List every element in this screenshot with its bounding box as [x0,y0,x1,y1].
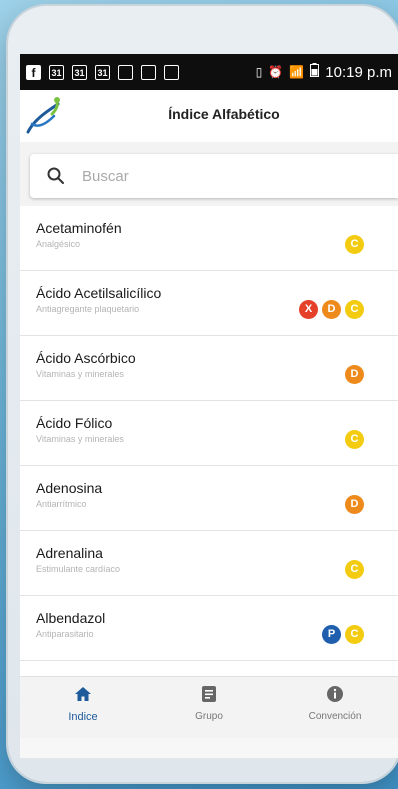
tab-label: Grupo [195,711,223,722]
drug-name: Ácido Ascórbico [36,350,136,366]
home-icon [75,687,91,701]
drug-group: Vitaminas y minerales [36,369,124,379]
risk-badge: D [322,300,341,319]
drug-name: Acetaminofén [36,220,122,236]
risk-badge: C [345,560,364,579]
facebook-icon: f [26,64,41,80]
calendar-icon [141,64,156,80]
status-bar: f 31 31 31 ▯ ⏰ 📶 10:19 p.m [20,54,398,90]
search-input[interactable] [80,166,324,186]
risk-badge: P [322,625,341,644]
tab-grupo[interactable]: Grupo [146,677,272,739]
tab-label: Indice [68,711,98,723]
drug-name: Albendazol [36,610,106,626]
risk-badges: D [345,495,364,514]
risk-badge: C [345,300,364,319]
list-item[interactable]: Adenosina Antiarrítmico D [20,466,398,531]
risk-badges: PC [322,625,364,644]
search-box[interactable] [30,154,398,198]
notification-icons: f 31 31 31 [26,64,179,80]
drug-name: Adenosina [36,480,103,496]
risk-badges: C [345,560,364,579]
drug-list: Acetaminofén Analgésico C Ácido Acetilsa… [20,206,398,676]
calendar-icon: 31 [95,64,110,80]
drug-group: Analgésico [36,239,81,249]
search-icon [47,167,64,184]
drug-group: Antiarrítmico [36,499,87,509]
risk-badges: D [345,365,364,384]
calendar-icon: 31 [49,64,64,80]
risk-badges: XDC [299,300,364,319]
vibrate-icon: ▯ [255,65,263,79]
risk-badge: C [345,235,364,254]
search-bar [20,142,398,214]
tab-indice[interactable]: Indice [20,677,146,739]
list-item[interactable]: Albendazol Antiparasitario PC [20,596,398,661]
screen-bottom [20,738,398,758]
drug-name: Adrenalina [36,545,103,561]
calendar-icon [118,64,133,80]
info-icon [327,686,343,702]
tab-convencion[interactable]: Convención [272,677,398,739]
list-item[interactable]: Ácido Ascórbico Vitaminas y minerales D [20,336,398,401]
calendar-icon [164,64,179,80]
list-item[interactable]: Ácido Fólico Vitaminas y minerales C [20,401,398,466]
drug-name: Ácido Fólico [36,415,113,431]
drug-group: Vitaminas y minerales [36,434,124,444]
risk-badges: C [345,235,364,254]
system-status: ▯ ⏰ 📶 10:19 p.m [256,63,392,81]
clock-time: 10:19 p.m [325,63,392,81]
battery-icon [310,63,320,81]
bottom-navigation: Indice Grupo Convención [20,676,398,739]
app-header: Índice Alfabético [20,90,398,142]
risk-badge: C [345,430,364,449]
tab-label: Convención [308,711,362,722]
drug-name: Ácido Acetilsalicílico [36,285,162,301]
risk-badges: C [345,430,364,449]
list-item[interactable]: Ácido Acetilsalicílico Antiagregante pla… [20,271,398,336]
risk-badge: D [345,365,364,384]
signal-icon: 📶 [289,65,305,79]
document-icon [202,686,216,702]
risk-badge: X [299,300,318,319]
list-item[interactable]: Adrenalina Estimulante cardíaco C [20,531,398,596]
alarm-icon: ⏰ [268,65,284,79]
drug-group: Estimulante cardíaco [36,564,121,574]
calendar-icon: 31 [72,64,87,80]
risk-badge: D [345,495,364,514]
page-title: Índice Alfabético [168,106,280,122]
risk-badge: C [345,625,364,644]
list-item[interactable]: Acetaminofén Analgésico C [20,206,398,271]
